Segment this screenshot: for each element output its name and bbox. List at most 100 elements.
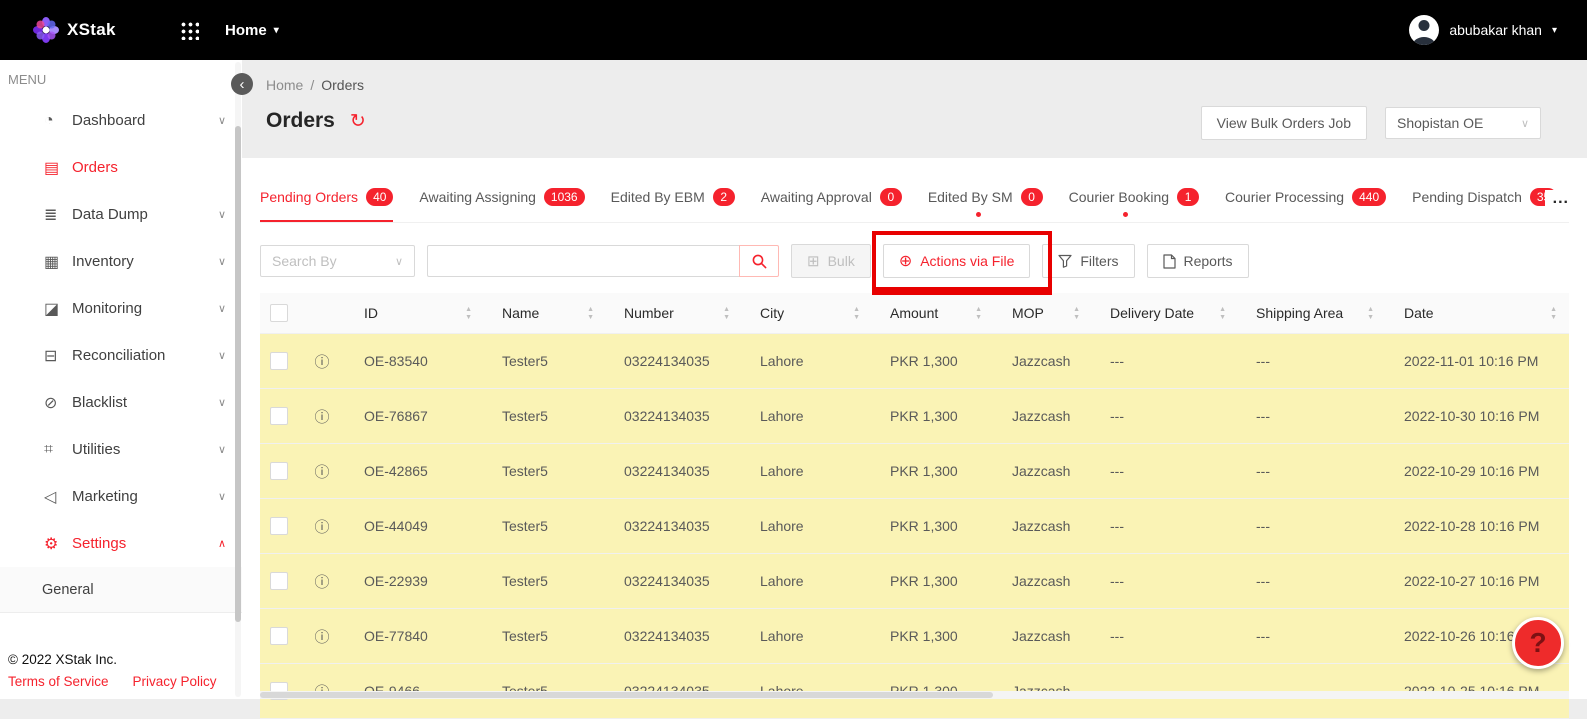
tab-pending-dispatch[interactable]: Pending Dispatch 35 <box>1412 174 1557 222</box>
column-header-delivery-date[interactable]: Delivery Date ▲▼ <box>1092 293 1238 333</box>
breadcrumb-current: Orders <box>321 77 364 93</box>
column-header-name[interactable]: Name ▲▼ <box>484 293 606 333</box>
chevron-down-icon: ∨ <box>218 396 226 409</box>
column-header-mop[interactable]: MOP ▲▼ <box>994 293 1092 333</box>
column-header-number[interactable]: Number ▲▼ <box>606 293 742 333</box>
brand-name: XStak <box>67 20 116 40</box>
actions-via-file-button[interactable]: ⊕ Actions via File <box>883 244 1031 278</box>
cell-id: OE-42865 <box>346 444 484 498</box>
sidebar-item-settings[interactable]: ⚙ Settings ∧ <box>0 520 242 567</box>
info-icon[interactable]: ⓘ <box>314 626 329 647</box>
sort-icon[interactable]: ▲▼ <box>1367 306 1374 321</box>
row-checkbox[interactable] <box>270 517 288 535</box>
select-all-checkbox[interactable] <box>270 304 288 322</box>
sort-icon[interactable]: ▲▼ <box>975 306 982 321</box>
row-checkbox[interactable] <box>270 352 288 370</box>
tab-pending-orders[interactable]: Pending Orders 40 <box>260 174 393 222</box>
tab-edited-by-ebm[interactable]: Edited By EBM 2 <box>611 174 735 222</box>
sidebar-item-dashboard[interactable]: ◔ Dashboard ∨ <box>0 97 242 144</box>
row-checkbox[interactable] <box>270 407 288 425</box>
sidebar: MENU ◔ Dashboard ∨ ▤ Orders ≣ Data Dump … <box>0 60 242 699</box>
row-checkbox[interactable] <box>270 462 288 480</box>
user-menu[interactable]: abubakar khan ▾ <box>1409 15 1557 45</box>
column-header-id[interactable]: ID ▲▼ <box>346 293 484 333</box>
sidebar-item-monitoring[interactable]: ◪ Monitoring ∨ <box>0 285 242 332</box>
column-header-city[interactable]: City ▲▼ <box>742 293 872 333</box>
cell-number: 03224134035 <box>606 609 742 663</box>
info-icon[interactable]: ⓘ <box>314 571 329 592</box>
privacy-link[interactable]: Privacy Policy <box>133 674 217 689</box>
column-header-amount[interactable]: Amount ▲▼ <box>872 293 994 333</box>
cell-delivery-date: --- <box>1092 389 1238 443</box>
table-row: ⓘ OE-77840 Tester5 03224134035 Lahore PK… <box>260 609 1569 664</box>
sidebar-item-orders[interactable]: ▤ Orders <box>0 144 242 191</box>
row-checkbox[interactable] <box>270 572 288 590</box>
cell-shipping-area: --- <box>1238 334 1386 388</box>
sort-icon[interactable]: ▲▼ <box>1219 306 1226 321</box>
sort-icon[interactable]: ▲▼ <box>723 306 730 321</box>
orders-icon: ▤ <box>44 158 72 178</box>
chevron-down-icon: ∨ <box>1521 117 1529 130</box>
cell-name: Tester5 <box>484 444 606 498</box>
top-bar: XStak Home ▾ abubakar khan ▾ <box>0 0 1587 60</box>
brand[interactable]: XStak <box>33 17 173 43</box>
column-header-shipping-area[interactable]: Shipping Area ▲▼ <box>1238 293 1386 333</box>
filters-button[interactable]: Filters <box>1042 244 1134 278</box>
xstak-logo-icon <box>33 17 59 43</box>
info-icon[interactable]: ⓘ <box>314 461 329 482</box>
info-icon[interactable]: ⓘ <box>314 351 329 372</box>
reports-button[interactable]: Reports <box>1147 244 1249 278</box>
bulk-button[interactable]: ⊞ Bulk <box>791 244 871 278</box>
view-bulk-orders-job-button[interactable]: View Bulk Orders Job <box>1201 106 1367 140</box>
tab-courier-processing[interactable]: Courier Processing 440 <box>1225 174 1386 222</box>
tab-badge: 40 <box>366 188 393 206</box>
sidebar-scrollbar[interactable] <box>235 126 241 622</box>
info-icon[interactable]: ⓘ <box>314 516 329 537</box>
cell-mop: Jazzcash <box>994 334 1092 388</box>
search-button[interactable] <box>739 245 779 277</box>
tab-courier-booking[interactable]: Courier Booking 1 <box>1069 174 1199 222</box>
sort-icon[interactable]: ▲▼ <box>1073 306 1080 321</box>
cell-number: 03224134035 <box>606 444 742 498</box>
nav-home-menu[interactable]: Home ▾ <box>225 22 279 39</box>
search-by-select[interactable]: Search By ∨ <box>260 245 415 277</box>
breadcrumb-home[interactable]: Home <box>266 77 303 93</box>
apps-grid-icon[interactable] <box>179 20 199 40</box>
chevron-down-icon: ∨ <box>218 255 226 268</box>
orders-table: ID ▲▼ Name ▲▼ Number ▲▼ City ▲▼ Amount ▲… <box>260 293 1569 719</box>
sidebar-item-blacklist[interactable]: ⊘ Blacklist ∨ <box>0 379 242 426</box>
cell-amount: PKR 1,300 <box>872 609 994 663</box>
sidebar-item-utilities[interactable]: ⌗ Utilities ∨ <box>0 426 242 473</box>
sort-icon[interactable]: ▲▼ <box>853 306 860 321</box>
sidebar-nav: ◔ Dashboard ∨ ▤ Orders ≣ Data Dump ∨ ▦ I… <box>0 97 242 613</box>
sidebar-subitem-general[interactable]: General <box>0 567 242 613</box>
column-header-date[interactable]: Date ▲▼ <box>1386 293 1569 333</box>
sidebar-item-marketing[interactable]: ◁ Marketing ∨ <box>0 473 242 520</box>
sidebar-item-reconciliation[interactable]: ⊟ Reconciliation ∨ <box>0 332 242 379</box>
chevron-down-icon: ∨ <box>218 208 226 221</box>
tab-edited-by-sm[interactable]: Edited By SM 0 <box>928 174 1043 222</box>
chevron-up-icon: ∧ <box>218 537 226 550</box>
horizontal-scrollbar[interactable] <box>260 692 993 698</box>
sort-icon[interactable]: ▲▼ <box>465 306 472 321</box>
info-icon[interactable]: ⓘ <box>314 406 329 427</box>
tabs-more[interactable]: ... <box>1545 190 1569 208</box>
tab-badge: 0 <box>1021 188 1043 206</box>
sidebar-item-inventory[interactable]: ▦ Inventory ∨ <box>0 238 242 285</box>
search-input[interactable] <box>427 245 739 277</box>
cell-number: 03224134035 <box>606 554 742 608</box>
row-checkbox[interactable] <box>270 627 288 645</box>
page-title: Orders <box>266 109 335 133</box>
collapse-sidebar-button[interactable]: ‹ <box>231 73 253 95</box>
cell-date: 2022-10-27 10:16 PM <box>1386 554 1569 608</box>
refresh-icon[interactable]: ↻ <box>350 110 366 133</box>
terms-link[interactable]: Terms of Service <box>8 674 109 689</box>
help-button[interactable]: ? <box>1512 617 1564 669</box>
sort-icon[interactable]: ▲▼ <box>1550 306 1557 321</box>
cell-name: Tester5 <box>484 554 606 608</box>
tab-awaiting-assigning[interactable]: Awaiting Assigning 1036 <box>419 174 584 222</box>
sidebar-item-data-dump[interactable]: ≣ Data Dump ∨ <box>0 191 242 238</box>
tab-awaiting-approval[interactable]: Awaiting Approval 0 <box>761 174 902 222</box>
store-select[interactable]: Shopistan OE ∨ <box>1385 107 1541 139</box>
sort-icon[interactable]: ▲▼ <box>587 306 594 321</box>
